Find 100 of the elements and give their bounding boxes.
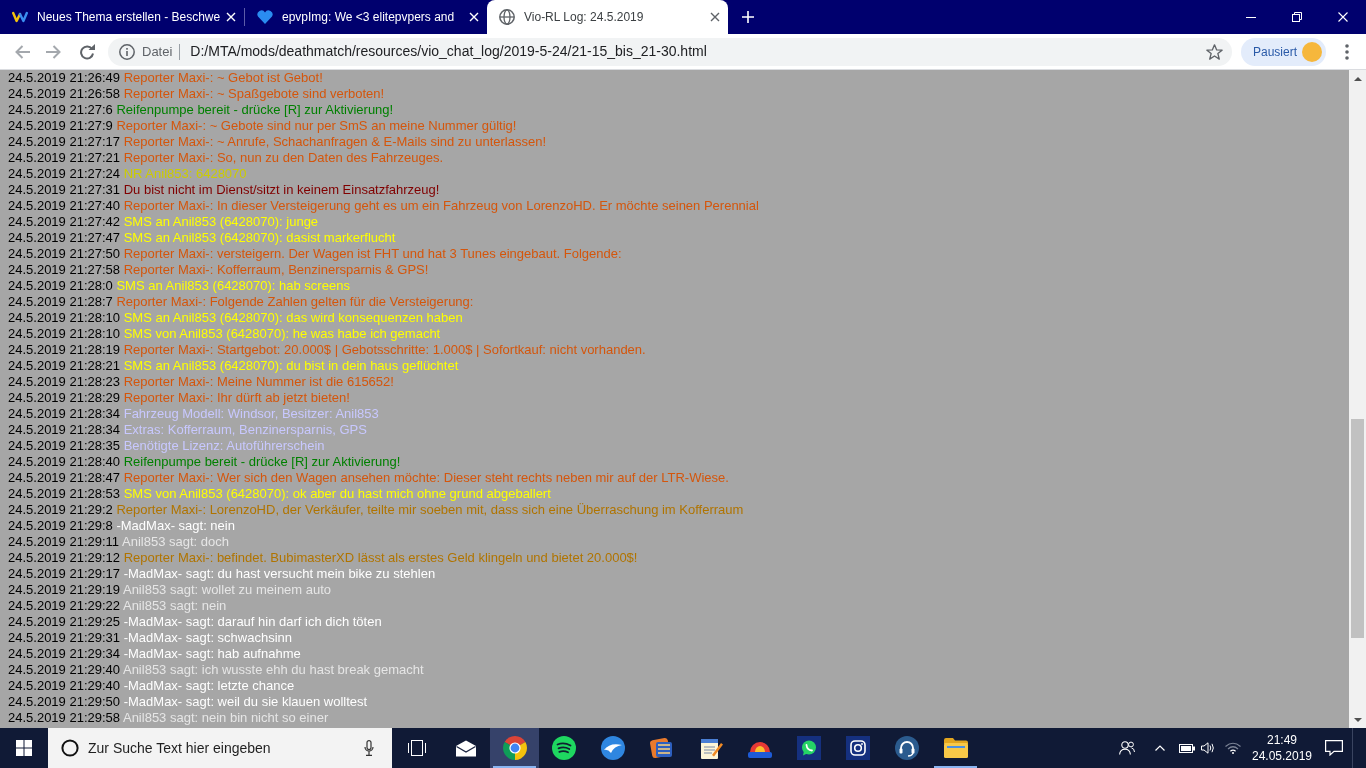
notepad-icon[interactable] [698, 736, 723, 760]
log-message: Reporter Maxi-: In dieser Versteigerung geht es um ein Fahrzeug von LorenzoHD. Er möchte seinen Perennial [123, 198, 759, 213]
log-timestamp: 24.5.2019 21:29:2 [8, 502, 113, 517]
folder-icon[interactable] [943, 738, 968, 758]
log-timestamp: 24.5.2019 21:29:34 [8, 646, 121, 661]
log-message: Reporter Maxi-: Meine Nummer ist die 615652! [123, 374, 394, 389]
globe-icon [499, 9, 515, 25]
battery-icon[interactable] [1179, 743, 1195, 753]
log-timestamp: 24.5.2019 21:27:31 [8, 182, 121, 197]
log-message: Reporter Maxi-: ~ Spaßgebote sind verboten! [123, 86, 385, 101]
browser-tab[interactable]: epvpImg: We <3 elitepvpers and [245, 0, 487, 34]
envelope-icon[interactable] [454, 739, 477, 757]
log-timestamp: 24.5.2019 21:28:19 [8, 342, 121, 357]
log-timestamp: 24.5.2019 21:29:19 [8, 582, 121, 597]
log-message: -MadMax- sagt: nein [116, 518, 235, 533]
star-icon[interactable] [1206, 43, 1223, 60]
log-message: -MadMax- sagt: du hast versucht mein bike zu stehlen [123, 566, 436, 581]
microphone-icon[interactable] [364, 740, 374, 756]
log-message: SMS an Anil853 (6428070): junge [123, 214, 319, 229]
log-message: Fahrzeug Modell: Windsor, Besitzer: Anil853 [123, 406, 379, 421]
log-timestamp: 24.5.2019 21:29:11 [8, 534, 120, 549]
taskbar-clock[interactable]: 21:49 24.05.2019 [1248, 728, 1316, 768]
log-message: Reporter Maxi-: versteigern. Der Wagen ist FHT und hat 3 Tunes eingebaut. Folgende: [123, 246, 622, 261]
search-field[interactable]: Zur Suche Text hier eingeben [48, 728, 392, 768]
log-message: Reporter Maxi-: So, nun zu den Daten des Fahrzeuges. [123, 150, 444, 165]
wifi-icon[interactable] [1225, 742, 1241, 754]
log-timestamp: 24.5.2019 21:29:50 [8, 694, 121, 709]
log-timestamp: 24.5.2019 21:27:40 [8, 198, 121, 213]
log-timestamp: 24.5.2019 21:27:21 [8, 150, 121, 165]
log-message: Reporter Maxi-: befindet. BubimasterXD lässt als erstes Geld klingeln und bietet 20.000$! [123, 550, 638, 565]
log-message: -MadMax- sagt: hab aufnahme [123, 646, 301, 661]
minimize-icon[interactable] [1246, 16, 1256, 18]
browser-tab[interactable]: Vio-RL Log: 24.5.2019 [487, 0, 728, 34]
reload-icon[interactable] [79, 43, 95, 60]
log-message: Extras: Kofferraum, Benzinersparnis, GPS [123, 422, 367, 437]
scrollbar[interactable] [1349, 70, 1366, 728]
people-icon[interactable] [1119, 741, 1135, 755]
log-timestamp: 24.5.2019 21:28:10 [8, 326, 121, 341]
log-timestamp: 24.5.2019 21:28:10 [8, 310, 121, 325]
plus-icon[interactable] [742, 11, 754, 23]
triangle-down-icon[interactable] [1353, 717, 1362, 722]
log-message: -MadMax- sagt: weil du sie klauen wolltest [123, 694, 368, 709]
log-message: SMS an Anil853 (6428070): du bist in dein haus geflüchtet [123, 358, 459, 373]
log-timestamp: 24.5.2019 21:27:6 [8, 102, 113, 117]
log-message: -MadMax- sagt: schwachsinn [123, 630, 293, 645]
four-squares-icon[interactable] [16, 740, 32, 756]
browser-tab[interactable]: Neues Thema erstellen - Beschwe [0, 0, 244, 34]
log-message: Anil853 sagt: ich wusste ehh du hast break gemacht [122, 662, 424, 677]
log-timestamp: 24.5.2019 21:27:50 [8, 246, 121, 261]
log-message: Reporter Maxi-: ~ Gebote sind nur per SmS an meine Nummer gültig! [116, 118, 517, 133]
log-message: Anil853 sagt: nein bin nicht so einer [122, 710, 329, 725]
camera-icon[interactable] [845, 736, 870, 760]
taskbar-app-button[interactable] [490, 728, 539, 768]
arcs-circle-icon[interactable] [551, 736, 576, 760]
log-timestamp: 24.5.2019 21:26:49 [8, 70, 121, 85]
log-timestamp: 24.5.2019 21:28:7 [8, 294, 113, 309]
log-timestamp: 24.5.2019 21:28:0 [8, 278, 113, 293]
triangle-up-icon[interactable] [1353, 76, 1362, 81]
close-icon[interactable] [710, 12, 720, 22]
log-timestamp: 24.5.2019 21:26:58 [8, 86, 121, 101]
log-message: Reporter Maxi-: Kofferraum, Benzinersparnis & GPS! [123, 262, 429, 277]
headset-icon[interactable] [894, 736, 919, 760]
log-message: Anil853 sagt: nein [122, 598, 227, 613]
swoosh-circle-icon[interactable] [600, 736, 625, 760]
log-timestamp: 24.5.2019 21:27:17 [8, 134, 121, 149]
profile-button[interactable]: Pausiert [1241, 37, 1326, 66]
tricolor-circle-icon[interactable] [502, 736, 527, 760]
log-timestamp: 24.5.2019 21:28:21 [8, 358, 121, 373]
security-label: Datei [142, 42, 173, 61]
log-message: Anil853 sagt: wollet zu meinem auto [122, 582, 332, 597]
log-timestamp: 24.5.2019 21:28:35 [8, 438, 121, 453]
film-strip-icon[interactable] [649, 736, 674, 760]
log-message: Reporter Maxi-: Folgende Zahlen gelten für die Versteigerung: [116, 294, 474, 309]
log-timestamp: 24.5.2019 21:29:25 [8, 614, 121, 629]
chevron-up-icon[interactable] [1155, 745, 1165, 751]
log-timestamp: 24.5.2019 21:28:29 [8, 390, 121, 405]
chat-bubble-icon[interactable] [796, 736, 821, 760]
ring-icon [61, 739, 79, 757]
log-timestamp: 24.5.2019 21:29:22 [8, 598, 121, 613]
log-timestamp: 24.5.2019 21:29:12 [8, 550, 121, 565]
log-timestamp: 24.5.2019 21:29:31 [8, 630, 121, 645]
menu-icon[interactable] [1345, 43, 1349, 60]
address-bar[interactable]: Datei D:/MTA/mods/deathmatch/resources/vio_chat_log/2019-5-24/21-15_bis_21-30.html [108, 37, 1232, 66]
log-timestamp: 24.5.2019 21:28:34 [8, 422, 121, 437]
log-message: Reporter Maxi-: Ihr dürft ab jetzt bieten! [123, 390, 350, 405]
restore-icon[interactable] [1292, 12, 1302, 22]
log-timestamp: 24.5.2019 21:27:58 [8, 262, 121, 277]
log-message: SMS an Anil853 (6428070): das wird konsequenzen haben [123, 310, 463, 325]
task-view-icon[interactable] [407, 740, 426, 756]
url-text: D:/MTA/mods/deathmatch/resources/vio_chat_log/2019-5-24/21-15_bis_21-30.html [190, 42, 707, 61]
log-message: Benötigte Lizenz: Autoführerschein [123, 438, 325, 453]
info-icon [119, 43, 135, 60]
scrollbar-thumb[interactable] [1351, 419, 1364, 638]
log-message: SMS von Anil853 (6428070): he was habe ich gemacht [123, 326, 441, 341]
log-timestamp: 24.5.2019 21:28:34 [8, 406, 121, 421]
notification-icon[interactable] [1325, 740, 1343, 756]
speaker-icon[interactable] [1201, 742, 1215, 754]
log-message: -MadMax- sagt: darauf hin darf ich dich töten [123, 614, 382, 629]
log-timestamp: 24.5.2019 21:29:17 [8, 566, 121, 581]
log-message: Anil853 sagt: doch [122, 534, 229, 549]
